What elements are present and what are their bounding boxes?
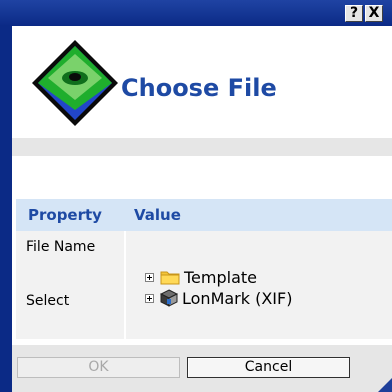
file-tree: Template LonMark (XIF) [126, 263, 392, 339]
dialog-header: Choose File [12, 26, 392, 138]
column-header-value: Value [125, 199, 392, 231]
choose-file-dialog: ? X Choose File Property Value File Name… [0, 0, 392, 392]
properties-table: Property Value File Name Select Template [16, 199, 392, 339]
tree-item-label[interactable]: Template [184, 268, 257, 287]
tree-item-lonmark[interactable]: LonMark (XIF) [145, 288, 292, 308]
table-row-file-name: File Name [16, 231, 392, 263]
help-button[interactable]: ? [345, 5, 363, 22]
folder-icon [160, 271, 180, 285]
column-header-property: Property [16, 199, 125, 231]
file-name-value[interactable] [125, 231, 392, 263]
page-title: Choose File [121, 74, 277, 102]
cancel-button[interactable]: Cancel [187, 357, 350, 378]
package-box-icon [160, 289, 178, 307]
table-header-row: Property Value [16, 199, 392, 231]
expand-icon[interactable] [145, 293, 154, 303]
tree-item-template[interactable]: Template [145, 267, 257, 287]
title-bar[interactable]: ? X [0, 0, 392, 26]
green-diamond-logo-icon [32, 40, 118, 126]
select-label: Select [16, 263, 126, 339]
file-name-label: File Name [16, 231, 126, 263]
header-separator-band [12, 138, 392, 156]
table-row-select: Select Template LonMark (XIF) [16, 263, 392, 339]
ok-button[interactable]: OK [17, 357, 180, 378]
tree-item-label[interactable]: LonMark (XIF) [182, 289, 292, 308]
window-left-frame [0, 26, 12, 392]
close-button[interactable]: X [365, 5, 383, 22]
button-bar: OK Cancel [12, 345, 392, 392]
resize-grip-icon[interactable] [372, 372, 392, 392]
expand-icon[interactable] [145, 272, 154, 282]
select-tree-cell: Template LonMark (XIF) [125, 263, 392, 339]
